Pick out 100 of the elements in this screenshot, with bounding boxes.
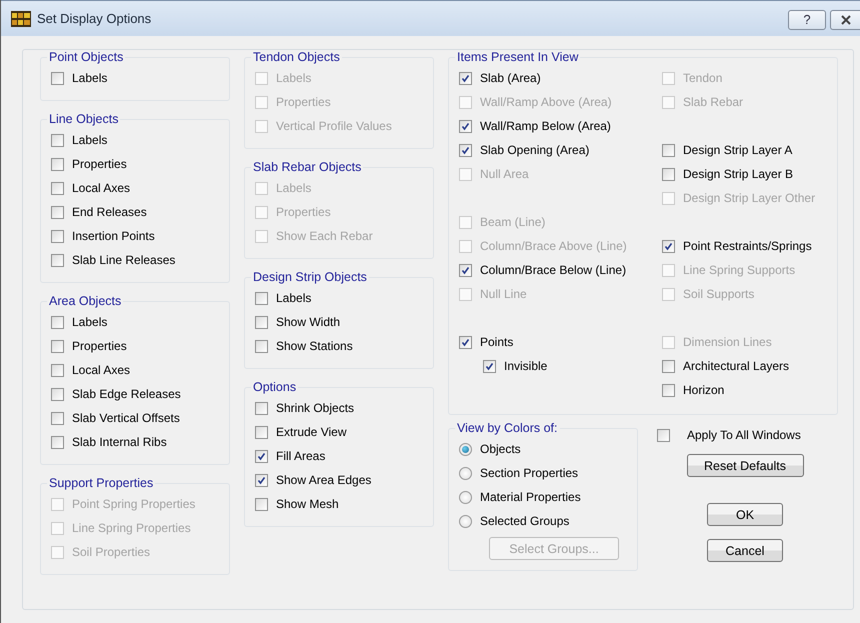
checkbox[interactable] (51, 134, 64, 146)
checkbox-label: Points (480, 335, 514, 349)
radio-label: Material Properties (480, 490, 581, 504)
group-title: Slab Rebar Objects (252, 160, 362, 174)
close-icon (840, 14, 852, 24)
radio-button[interactable] (459, 490, 472, 504)
checkbox-label: Labels (72, 71, 108, 85)
checkbox-label: Column/Brace Below (Line) (480, 263, 626, 277)
checkbox-label: Line Spring Supports (683, 263, 796, 277)
checkbox[interactable] (51, 72, 64, 84)
checkbox-label: Properties (276, 95, 331, 109)
radio-button[interactable] (459, 466, 472, 480)
radio-label: Objects (480, 442, 521, 456)
radio-button[interactable] (459, 514, 472, 528)
checkbox-label: Null Line (480, 287, 527, 301)
checkbox-label: Design Strip Layer A (683, 143, 792, 157)
checkbox[interactable] (662, 384, 675, 396)
group-title: Design Strip Objects (252, 270, 368, 284)
checkbox-label: Slab (Area) (480, 71, 541, 85)
checkbox-label: Properties (276, 205, 331, 219)
checkbox[interactable] (51, 316, 64, 328)
checkbox-label: Soil Properties (72, 545, 150, 559)
checkbox-label: Insertion Points (72, 229, 155, 243)
checkbox-label: Labels (72, 133, 108, 147)
checkbox[interactable] (459, 336, 472, 348)
dialog-button[interactable]: Cancel (707, 539, 783, 562)
checkbox-label: Shrink Objects (276, 401, 354, 415)
checkbox[interactable] (51, 340, 64, 352)
checkbox-label: Properties (72, 157, 127, 171)
checkbox[interactable] (662, 240, 675, 252)
checkbox[interactable] (662, 168, 675, 180)
checkbox[interactable] (459, 264, 472, 276)
checkbox[interactable] (255, 426, 268, 438)
checkbox-label: Horizon (683, 383, 724, 397)
checkbox-label: Wall/Ramp Below (Area) (480, 119, 611, 133)
checkbox-label: Slab Rebar (683, 95, 744, 109)
checkbox-label: Column/Brace Above (Line) (480, 239, 627, 253)
radio-button[interactable] (459, 442, 472, 456)
checkbox[interactable] (51, 388, 64, 400)
grid-app-icon (11, 10, 31, 26)
checkbox[interactable] (662, 360, 675, 372)
checkbox-label: Invisible (504, 359, 548, 373)
checkbox-label: Null Area (480, 167, 529, 181)
checkbox-label: Show Mesh (276, 497, 339, 511)
checkbox-label: Local Axes (72, 363, 130, 377)
group-title: Tendon Objects (252, 50, 341, 64)
checkbox-label: Line Spring Properties (72, 521, 191, 535)
checkbox-label: Show Each Rebar (276, 229, 373, 243)
checkbox[interactable] (51, 412, 64, 424)
checkbox-label: Slab Opening (Area) (480, 143, 590, 157)
radio-label: Selected Groups (480, 514, 570, 528)
checkbox-label: Slab Internal Ribs (72, 435, 167, 449)
checkbox-label: Design Strip Layer B (683, 167, 794, 181)
checkbox-label: Labels (276, 181, 312, 195)
checkbox-label: Slab Edge Releases (72, 387, 181, 401)
close-button[interactable] (830, 10, 860, 30)
checkbox[interactable] (51, 436, 64, 448)
checkbox-label: Labels (276, 291, 312, 305)
checkbox[interactable] (255, 402, 268, 414)
checkbox[interactable] (255, 340, 268, 352)
checkbox[interactable] (657, 428, 670, 442)
checkbox[interactable] (255, 316, 268, 328)
checkbox[interactable] (51, 206, 64, 218)
checkbox[interactable] (51, 182, 64, 194)
checkbox[interactable] (459, 72, 472, 84)
checkbox-label: Labels (276, 71, 312, 85)
checkbox-label: Architectural Layers (683, 359, 790, 373)
checkbox[interactable] (255, 450, 268, 462)
checkbox[interactable] (51, 364, 64, 376)
checkbox[interactable] (255, 498, 268, 510)
dialog-button[interactable]: OK (707, 503, 783, 526)
checkbox[interactable] (51, 254, 64, 266)
group-title: View by Colors of: (456, 421, 559, 435)
checkbox[interactable] (459, 120, 472, 132)
checkbox-label: Local Axes (72, 181, 130, 195)
group-title: Support Properties (48, 476, 154, 490)
checkbox-label: Point Restraints/Springs (683, 239, 812, 253)
checkbox-label: Slab Vertical Offsets (72, 411, 180, 425)
checkbox[interactable] (51, 230, 64, 242)
checkbox-label: Show Stations (276, 339, 353, 353)
checkbox-label: Fill Areas (276, 449, 326, 463)
checkbox-label: Tendon (683, 71, 722, 85)
group-title: Line Objects (48, 112, 120, 126)
help-button[interactable]: ? (788, 10, 826, 30)
checkbox-label: Soil Supports (683, 287, 754, 301)
group-title: Options (252, 380, 298, 394)
checkbox[interactable] (459, 144, 472, 156)
checkbox-label: Wall/Ramp Above (Area) (480, 95, 612, 109)
group-title: Area Objects (48, 294, 122, 308)
checkbox[interactable] (255, 474, 268, 486)
checkbox-label: Dimension Lines (683, 335, 772, 349)
dialog-button[interactable]: Reset Defaults (686, 454, 804, 477)
checkbox[interactable] (255, 292, 268, 304)
group-title: Point Objects (48, 50, 124, 64)
checkbox-label: Beam (Line) (480, 215, 546, 229)
checkbox[interactable] (51, 158, 64, 170)
checkbox[interactable] (483, 360, 496, 372)
checkbox[interactable] (662, 144, 675, 156)
checkbox-label: Apply To All Windows (687, 428, 801, 442)
checkbox-label: Slab Line Releases (72, 253, 176, 267)
